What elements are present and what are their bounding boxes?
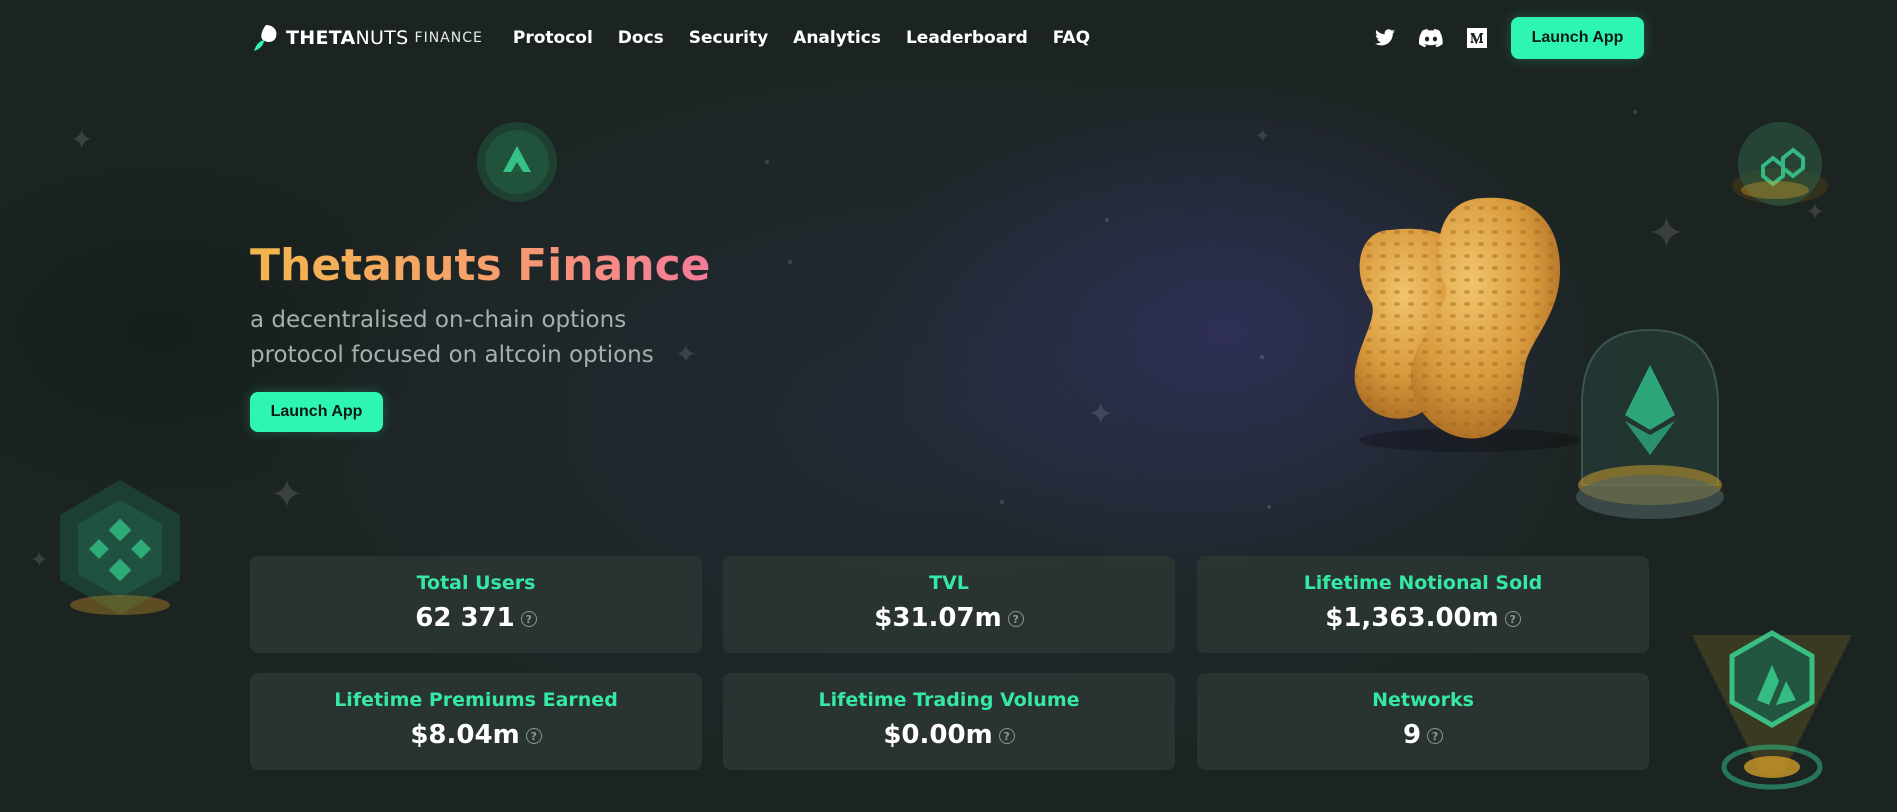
nav-link-leaderboard[interactable]: Leaderboard [906,28,1028,48]
stat-label: Lifetime Premiums Earned [334,689,618,711]
nav-right: Launch App [1373,17,1650,59]
stat-value-row: $8.04m ? [250,720,702,750]
stat-label: TVL [929,572,969,594]
top-nav: THETA NUTS FINANCE Protocol Docs Security… [250,17,1650,59]
stat-card-total-users: Total Users 62 371 ? [250,556,702,653]
hero-subtitle: a decentralised on-chain options protoco… [250,307,654,368]
nav-link-docs[interactable]: Docs [618,28,664,48]
logo-text-bold: THETA [286,27,356,49]
peanut-illustration [1354,197,1580,452]
logo[interactable]: THETA NUTS FINANCE [250,23,483,53]
logo-subtext: FINANCE [414,30,483,46]
stat-value-row: 62 371 ? [250,603,702,633]
nav-links: Protocol Docs Security Analytics Leaderb… [513,28,1090,48]
help-icon[interactable]: ? [520,611,537,627]
stat-label: Lifetime Notional Sold [1303,572,1543,594]
thetanuts-logo-icon [254,25,277,51]
stat-label: Lifetime Trading Volume [818,689,1080,711]
stat-card-networks: Networks 9 ? [1197,673,1649,770]
logo-text-light: NUTS [355,27,409,49]
stat-value-row: 9 ? [1197,720,1649,750]
stat-label: Total Users [416,572,536,594]
stat-card-lifetime-premiums-earned: Lifetime Premiums Earned $8.04m ? [250,673,702,770]
stat-value: $1,363.00m [1325,603,1499,633]
stat-value-row: $1,363.00m ? [1197,603,1649,633]
stat-card-tvl: TVL $31.07m ? [723,556,1175,653]
polygon-coin-icon [1732,122,1828,206]
sparkle-icon: ✦ [270,472,304,518]
stat-value: $0.00m [883,720,993,750]
star-dot [1260,355,1264,359]
stat-card-lifetime-trading-volume: Lifetime Trading Volume $0.00m ? [723,673,1175,770]
sparkle-icon: ✦ [1255,126,1271,147]
star-dot [1000,500,1004,504]
sparkle-icon: ✦ [30,548,49,573]
stat-value-row: $31.07m ? [723,603,1175,633]
star-dot [788,260,792,264]
avalanche-coin-icon [477,122,557,202]
nav-link-analytics[interactable]: Analytics [793,28,881,48]
star-dot [1633,110,1637,114]
twitter-icon[interactable] [1373,26,1397,50]
stat-label: Networks [1372,689,1474,711]
star-dot [1267,505,1271,509]
nav-link-protocol[interactable]: Protocol [513,28,593,48]
stat-value: $31.07m [874,603,1002,633]
sparkle-icon: ✦ [675,340,697,370]
help-icon[interactable]: ? [525,728,542,744]
arbitrum-logo-icon [1692,630,1852,790]
discord-icon[interactable] [1419,26,1443,50]
nav-link-security[interactable]: Security [689,28,768,48]
help-icon[interactable]: ? [1007,611,1024,627]
help-icon[interactable]: ? [998,728,1015,744]
nav-link-faq[interactable]: FAQ [1053,28,1090,48]
sparkle-icon: ✦ [70,123,94,156]
star-dot [765,160,769,164]
help-icon[interactable]: ? [1504,611,1521,627]
stat-value: 62 371 [415,603,515,633]
stat-value-row: $0.00m ? [723,720,1175,750]
stat-card-lifetime-notional-sold: Lifetime Notional Sold $1,363.00m ? [1197,556,1649,653]
binance-coin-icon [60,480,180,615]
launch-app-button-nav[interactable]: Launch App [1511,17,1644,59]
stat-value: $8.04m [410,720,520,750]
launch-app-button-hero[interactable]: Launch App [250,392,383,432]
stat-value: 9 [1402,720,1422,750]
medium-icon[interactable] [1465,26,1489,50]
sparkle-icon: ✦ [1648,208,1685,259]
page: ✦ ✦ ✦ ✦ ✦ ✦ ✦ ✦ THETA NUTS FINANCE Proto… [0,0,1897,812]
hero-title: Thetanuts Finance [250,240,711,291]
sparkle-icon: ✦ [1088,397,1114,432]
star-dot [1105,218,1109,222]
help-icon[interactable]: ? [1427,728,1444,744]
